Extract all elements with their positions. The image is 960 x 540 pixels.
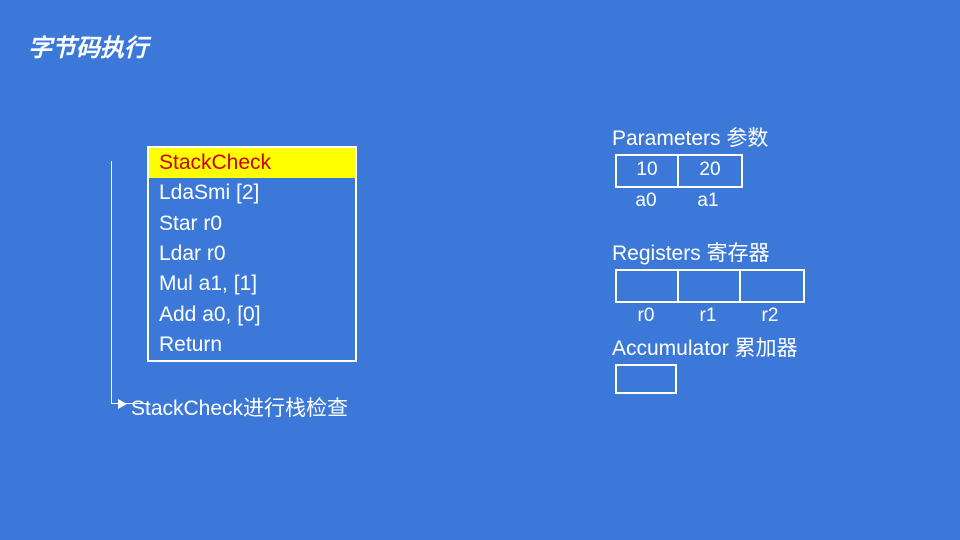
slide-title: 字节码执行 [28,28,148,63]
parameters-label: Parameters 参数 [612,122,768,152]
annotation-arrow-line [111,161,147,404]
accumulator-cell [615,364,677,394]
parameters-cells: 10 20 [615,154,743,188]
registers-label: Registers 寄存器 [612,237,770,267]
param-cell-a1: 20 [679,156,741,186]
reg-cell-r0 [617,271,679,301]
registers-cells [615,269,805,303]
annotation-text: StackCheck进行栈检查 [131,392,348,422]
bytecode-line-3: Ldar r0 [149,239,355,269]
registers-names: r0 r1 r2 [615,305,801,327]
bytecode-line-6: Return [149,330,355,360]
reg-name-r1: r1 [677,305,739,327]
param-name-a1: a1 [677,190,739,212]
bytecode-line-0: StackCheck [149,148,355,178]
param-cell-a0: 10 [617,156,679,186]
bytecode-line-2: Star r0 [149,209,355,239]
bytecode-listing: StackCheck LdaSmi [2] Star r0 Ldar r0 Mu… [147,146,357,362]
param-name-a0: a0 [615,190,677,212]
reg-cell-r2 [741,271,803,301]
reg-name-r2: r2 [739,305,801,327]
reg-name-r0: r0 [615,305,677,327]
bytecode-line-4: Mul a1, [1] [149,269,355,299]
bytecode-line-1: LdaSmi [2] [149,178,355,208]
parameters-names: a0 a1 [615,190,739,212]
accumulator-label: Accumulator 累加器 [612,332,798,362]
reg-cell-r1 [679,271,741,301]
annotation-arrow-head [118,399,127,409]
bytecode-line-5: Add a0, [0] [149,300,355,330]
